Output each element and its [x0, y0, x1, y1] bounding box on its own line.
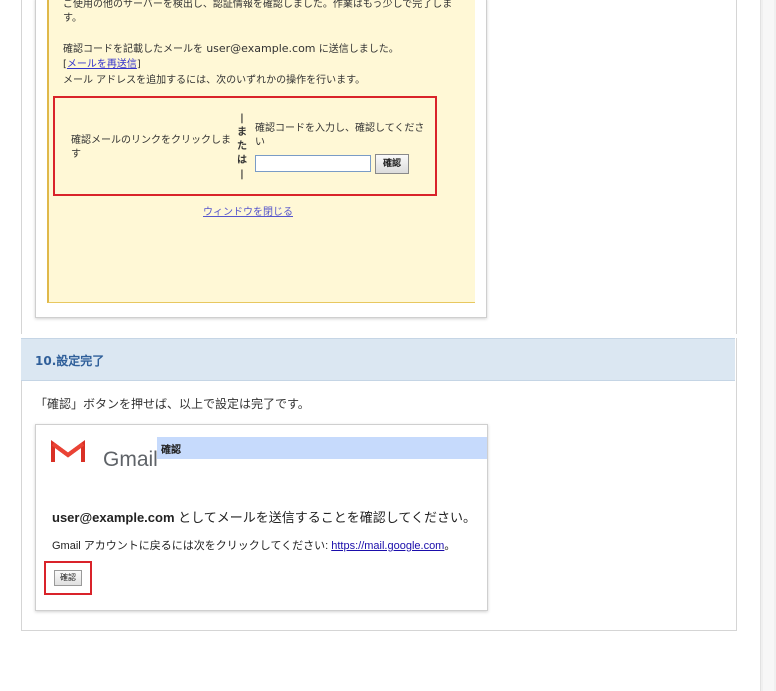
step10-header: 10.設定完了: [21, 338, 735, 381]
bracket-close: ]: [136, 59, 141, 70]
confirm-suffix: としてメールを送信することを確認してください。: [174, 510, 476, 525]
gmail-wordmark: Gmail: [103, 448, 158, 471]
sent-email: user@example.com: [206, 42, 316, 55]
return-prefix: Gmail アカウントに戻るには次をクリックしてください:: [52, 540, 332, 552]
return-suffix: 。: [444, 540, 456, 552]
confirm-email: user@example.com: [52, 510, 175, 525]
or-bar-bottom: |: [240, 169, 244, 180]
page-scrollbar[interactable]: [760, 0, 776, 691]
or-char-2: た: [237, 141, 247, 152]
option-click-link: 確認メールのリンクをクリックします: [71, 135, 231, 160]
gmail-window-title: 確認: [161, 445, 181, 456]
resend-link[interactable]: メールを再送信: [67, 59, 137, 70]
gmail-link[interactable]: https://mail.google.com: [331, 540, 444, 552]
or-separator: | ま た は |: [235, 112, 249, 182]
step10-title: 10.設定完了: [35, 354, 105, 368]
gmail-title-bar: 確認: [157, 437, 487, 459]
confirm-highlight: 確認: [44, 561, 92, 595]
gmail-confirm-screenshot: Gmail 確認 user@example.com としてメールを送信することを…: [35, 424, 488, 611]
sent-prefix: 確認コードを記載したメールを: [63, 44, 207, 55]
verification-code-input[interactable]: [255, 155, 371, 172]
resend-row: [メールを再送信]: [63, 58, 141, 72]
options-highlight: 確認メールのリンクをクリックします | ま た は | 確認コードを入力し、確認…: [53, 96, 437, 196]
scrollbar-thumb[interactable]: [763, 0, 774, 691]
or-char-1: ま: [237, 127, 247, 138]
detected-message: ご使用の他のサーバーを検出し、認証情報を確認しました。作業はもう少しで完了しま: [63, 0, 453, 10]
gmail-m-icon: [51, 440, 85, 462]
sent-message: 確認コードを記載したメールを user@example.com に送信しました。: [63, 42, 399, 57]
code-confirm-button[interactable]: 確認: [375, 154, 409, 174]
gmail-logo: Gmail: [51, 438, 161, 471]
close-window-link[interactable]: ウィンドウを閉じる: [203, 206, 293, 220]
gmail-confirm-button[interactable]: 確認: [54, 570, 82, 586]
or-char-3: は: [237, 155, 247, 166]
instruction-text: メール アドレスを追加するには、次のいずれかの操作を行います。: [63, 75, 366, 86]
return-message: Gmail アカウントに戻るには次をクリックしてください: https://ma…: [52, 537, 455, 553]
verification-panel: ご使用の他のサーバーを検出し、認証情報を確認しました。作業はもう少しで完了しま …: [47, 0, 475, 303]
option-enter-code: 確認コードを入力し、確認してください: [255, 123, 425, 148]
sent-suffix: に送信しました。: [315, 44, 399, 55]
detected-message-cont: す。: [63, 13, 82, 24]
step10-description: 「確認」ボタンを押せば、以上で設定は完了です。: [35, 397, 310, 411]
confirm-send-message: user@example.com としてメールを送信することを確認してください。: [52, 507, 476, 526]
or-bar-top: |: [240, 113, 244, 124]
